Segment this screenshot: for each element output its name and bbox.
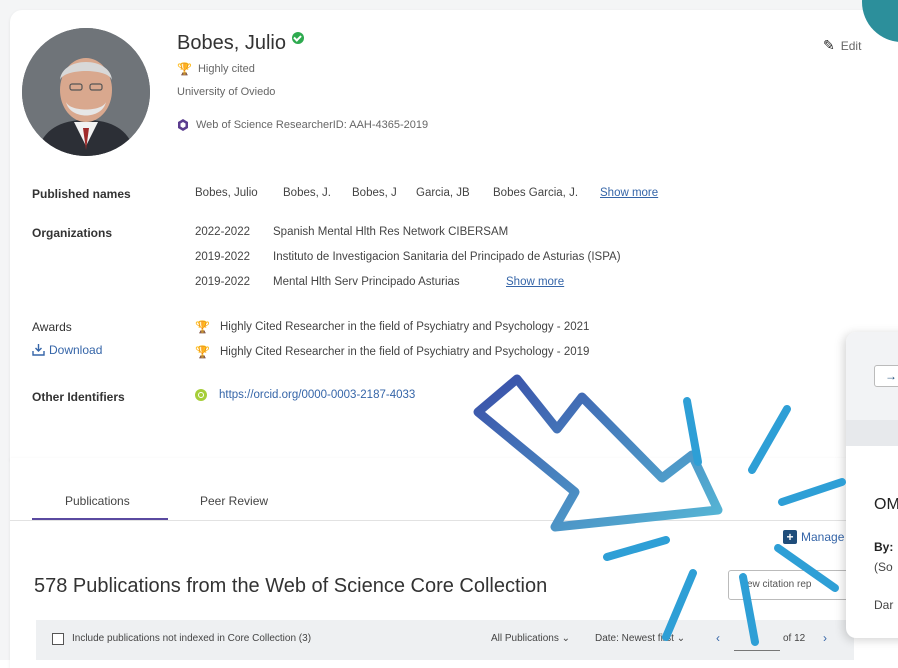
- organization-years: 2019-2022: [195, 276, 250, 288]
- avatar-image: [22, 28, 150, 156]
- published-names-label: Published names: [32, 187, 131, 201]
- date-sort-label: Date: Newest first: [595, 633, 674, 644]
- total-pages: of 12: [783, 633, 806, 644]
- orcid-icon: [195, 389, 207, 401]
- trophy-icon: 🏆: [195, 320, 210, 334]
- affiliation: University of Oviedo: [177, 86, 276, 98]
- preview-open-button[interactable]: →: [874, 365, 898, 387]
- view-citation-report-button[interactable]: ew citation rep: [728, 570, 858, 600]
- trophy-icon: 🏆: [195, 345, 210, 359]
- researcher-name-text: Bobes, Julio: [177, 32, 286, 54]
- tab-divider: [10, 520, 870, 521]
- publications-heading: 578 Publications from the Web of Science…: [34, 575, 548, 597]
- organization-years: 2019-2022: [195, 251, 250, 263]
- preview-title: OM: [874, 496, 898, 513]
- preview-authors-label: By:: [874, 540, 894, 554]
- award-item: 🏆 Highly Cited Researcher in the field o…: [195, 320, 589, 334]
- organization-name: Mental Hlth Serv Principado Asturias: [273, 276, 460, 288]
- all-publications-select[interactable]: All Publications ⌄: [491, 633, 570, 644]
- published-name: Bobes Garcia, J.: [493, 187, 579, 199]
- organizations-show-more[interactable]: Show more: [506, 276, 564, 288]
- published-names-show-more[interactable]: Show more: [600, 187, 658, 199]
- published-name: Bobes, J: [352, 187, 397, 199]
- organization-years: 2022-2022: [195, 226, 250, 238]
- date-sort-select[interactable]: Date: Newest first ⌄: [595, 633, 685, 644]
- check-circle-icon: [291, 31, 304, 44]
- researcher-id: Web of Science ResearcherID: AAH-4365-20…: [177, 119, 428, 131]
- organization-name: Spanish Mental Hlth Res Network CIBERSAM: [273, 226, 509, 238]
- chevron-down-icon: ⌄: [561, 633, 570, 644]
- include-non-core-label: Include publications not indexed in Core…: [72, 633, 312, 644]
- organization-name: Instituto de Investigacion Sanitaria del…: [273, 251, 621, 263]
- chevron-down-icon: ⌄: [676, 633, 686, 644]
- tab-publications[interactable]: Publications: [65, 494, 130, 508]
- published-name: Bobes, J.: [283, 187, 331, 199]
- organizations-label: Organizations: [32, 226, 113, 240]
- award-text: Highly Cited Researcher in the field of …: [219, 346, 590, 358]
- tab-peer-review[interactable]: Peer Review: [200, 494, 268, 508]
- pencil-icon: ✎: [823, 37, 835, 53]
- include-non-core-checkbox[interactable]: [52, 633, 64, 645]
- active-tab-indicator: [32, 518, 168, 520]
- researcher-id-text: Web of Science ResearcherID: AAH-4365-20…: [196, 119, 429, 131]
- manage-button[interactable]: + Manage: [783, 530, 844, 544]
- researcher-name: Bobes, Julio: [177, 31, 304, 55]
- other-identifiers-label: Other Identifiers: [32, 390, 125, 404]
- orcid-url: https://orcid.org/0000-0003-2187-4033: [219, 389, 416, 401]
- awards-label: Awards: [32, 320, 72, 334]
- plus-box-icon: +: [783, 530, 797, 544]
- preview-date: Dar: [874, 598, 894, 612]
- highly-cited-label: Highly cited: [197, 63, 255, 75]
- avatar: [22, 28, 150, 156]
- published-name: Garcia, JB: [416, 187, 470, 199]
- download-awards-link[interactable]: Download: [32, 343, 102, 357]
- trophy-icon: 🏆: [177, 62, 192, 76]
- edit-button[interactable]: ✎ Edit: [823, 37, 861, 54]
- orcid-link[interactable]: https://orcid.org/0000-0003-2187-4033: [195, 389, 415, 401]
- download-label: Download: [49, 343, 103, 357]
- publication-preview-card: → OM By: (So Dar: [846, 332, 898, 638]
- published-name: Bobes, Julio: [195, 187, 258, 199]
- award-text: Highly Cited Researcher in the field of …: [219, 321, 590, 333]
- award-item: 🏆 Highly Cited Researcher in the field o…: [195, 345, 589, 359]
- edit-label: Edit: [840, 38, 862, 53]
- next-page-button[interactable]: ›: [823, 631, 827, 645]
- download-icon: [32, 344, 45, 356]
- highly-cited-badge: 🏆 Highly cited: [177, 62, 255, 76]
- manage-label: Manage: [801, 530, 845, 544]
- prev-page-button[interactable]: ‹: [716, 631, 720, 645]
- page-number-input[interactable]: [734, 628, 780, 651]
- web-of-science-icon: [178, 119, 188, 131]
- preview-card-band: [846, 420, 898, 446]
- preview-source: (So: [874, 560, 893, 574]
- all-publications-label: All Publications: [491, 633, 559, 644]
